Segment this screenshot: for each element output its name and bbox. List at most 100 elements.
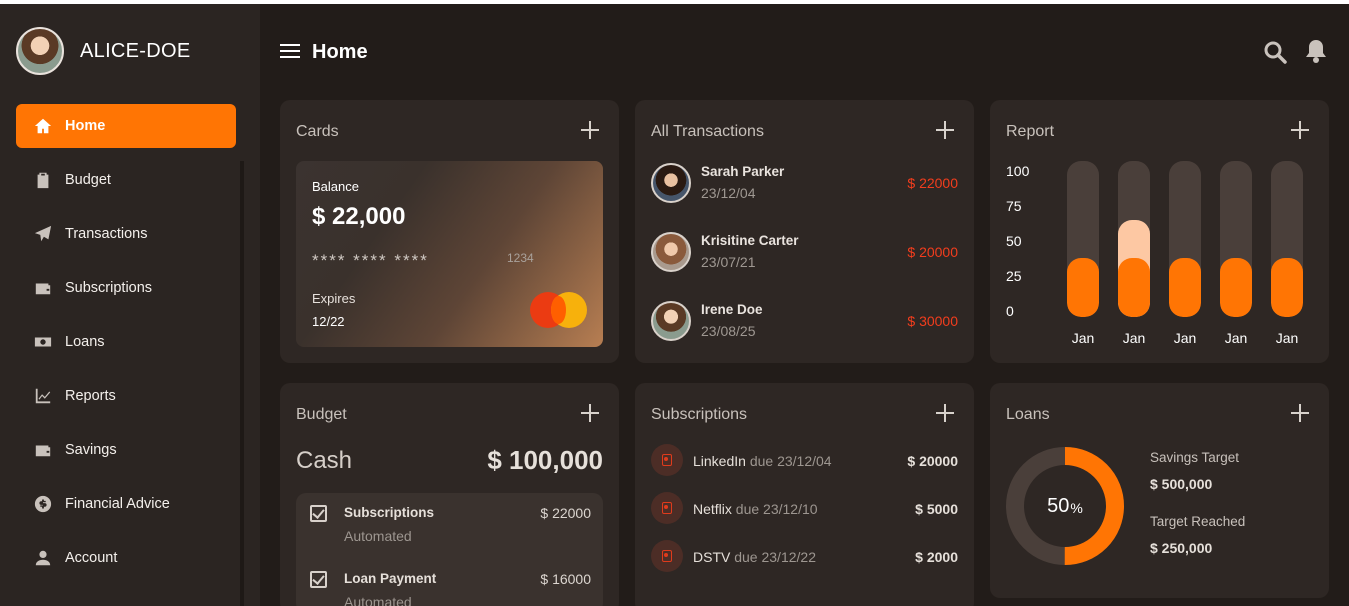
checkbox-icon[interactable] [310,571,327,588]
list-item[interactable]: Sarah Parker 23/12/04 $ 22000 [651,163,958,207]
bar[interactable] [1220,257,1252,317]
menu-icon[interactable] [280,44,300,60]
subscription-due: due 23/12/04 [749,453,832,469]
chart-line-icon [33,386,53,406]
transaction-date: 23/12/04 [701,185,756,201]
percent-sign: % [1070,500,1083,516]
plus-icon[interactable] [1291,404,1309,422]
sidebar-item-account[interactable]: Account [16,536,236,580]
x-tick-label: Jan [1071,330,1095,346]
x-tick-label: Jan [1275,330,1299,346]
panel-title: All Transactions [651,123,764,140]
transaction-amount: $ 22000 [907,175,958,191]
sidebar-item-home[interactable]: Home [16,104,236,148]
savings-target-label: Savings Target [1150,450,1240,465]
sidebar-item-label: Home [65,118,106,134]
transaction-name: Sarah Parker [701,164,785,179]
sidebar-item-transactions[interactable]: Transactions [16,212,236,256]
bell-icon[interactable] [1304,38,1328,64]
subscription-label: Netflix [693,501,732,517]
report-panel: Report 100 75 50 25 0 Jan Jan Jan Jan Jan [990,100,1329,363]
cash-amount: $ 100,000 [487,445,603,475]
expires-date: 12/22 [312,314,345,329]
sidebar: ALICE-DOE Home Budget Transactions Subsc… [0,4,260,606]
y-tick-label: 75 [1006,198,1022,214]
y-tick-label: 100 [1006,163,1030,179]
list-item[interactable]: Netflix due 23/12/10 $ 5000 [651,492,958,526]
profile[interactable]: ALICE-DOE [16,27,191,75]
subscription-amount: $ 2000 [915,549,958,565]
target-reached-value: $ 250,000 [1150,540,1213,556]
sidebar-item-label: Subscriptions [65,280,153,296]
panel-title: Cards [296,123,339,140]
bar[interactable] [1169,257,1201,317]
balance-label: Balance [312,179,359,194]
bar[interactable] [1118,257,1150,317]
transaction-amount: $ 30000 [907,313,958,329]
search-icon[interactable] [1263,40,1287,64]
bar-track [1067,161,1099,317]
list-item[interactable]: Krisitine Carter 23/07/21 $ 20000 [651,232,958,276]
percent-value: 50 [1047,494,1070,517]
app-window: ALICE-DOE Home Budget Transactions Subsc… [0,4,1349,606]
avatar [651,232,691,272]
plus-icon[interactable] [581,121,599,139]
sidebar-item-loans[interactable]: Loans [16,320,236,364]
clipboard-icon [33,170,53,190]
sidebar-item-budget[interactable]: Budget [16,158,236,202]
sidebar-item-label: Loans [65,334,105,350]
transaction-date: 23/07/21 [701,254,756,270]
sidebar-item-savings[interactable]: Savings [16,428,236,472]
panel-title: Budget [296,406,347,423]
wallet-icon [33,440,53,460]
sidebar-item-subscriptions[interactable]: Subscriptions [16,266,236,310]
list-item[interactable]: DSTV due 23/12/22 $ 2000 [651,540,958,574]
cash-label: Cash [296,447,353,474]
balance-amount: $ 22,000 [312,203,406,230]
list-item[interactable]: Irene Doe 23/08/25 $ 30000 [651,301,958,345]
bar[interactable] [1271,257,1303,317]
bar-track [1220,161,1252,317]
paper-plane-icon [33,224,53,244]
budget-item-name: Loan Payment [344,571,437,586]
subscription-name: LinkedIn due 23/12/04 [693,453,832,469]
expires-label: Expires [312,291,356,306]
budget-list: Subscriptions Automated $ 22000 Loan Pay… [296,493,603,606]
list-item[interactable]: Subscriptions Automated $ 22000 [296,493,603,544]
plus-icon[interactable] [581,404,599,422]
plus-icon[interactable] [1291,121,1309,139]
mastercard-logo-icon [530,292,590,328]
sidebar-item-reports[interactable]: Reports [16,374,236,418]
panel-title: Subscriptions [651,406,748,423]
home-icon [33,116,53,136]
bar-track [1169,161,1201,317]
list-item[interactable]: Loan Payment Automated $ 16000 [296,559,603,606]
sidebar-scrollbar[interactable] [240,161,244,606]
checkbox-icon[interactable] [310,505,327,522]
savings-target-value: $ 500,000 [1150,476,1213,492]
target-reached-label: Target Reached [1150,514,1246,529]
transaction-amount: $ 20000 [907,244,958,260]
credit-card[interactable]: Balance $ 22,000 **** **** **** 1234 Exp… [296,161,603,347]
cards-panel: Cards Balance $ 22,000 **** **** **** 12… [280,100,619,363]
subscription-due: due 23/12/10 [735,501,818,517]
topbar: Home [260,4,1349,100]
x-tick-label: Jan [1173,330,1197,346]
y-tick-label: 25 [1006,268,1022,284]
budget-item-name: Subscriptions [344,505,435,520]
list-item[interactable]: LinkedIn due 23/12/04 $ 20000 [651,444,958,478]
sidebar-item-label: Budget [65,172,111,188]
donut-percent: 50% [1006,447,1124,565]
plus-icon[interactable] [936,404,954,422]
bar[interactable] [1067,257,1099,317]
panel-title: Loans [1006,406,1050,423]
sidebar-item-financial-advice[interactable]: Financial Advice [16,482,236,526]
sidebar-item-label: Transactions [65,226,148,242]
avatar [16,27,64,75]
panel-title: Report [1006,123,1055,140]
alarm-icon [651,444,683,476]
avatar [651,301,691,341]
sidebar-item-label: Account [65,550,118,566]
plus-icon[interactable] [936,121,954,139]
bar-track [1118,161,1150,317]
